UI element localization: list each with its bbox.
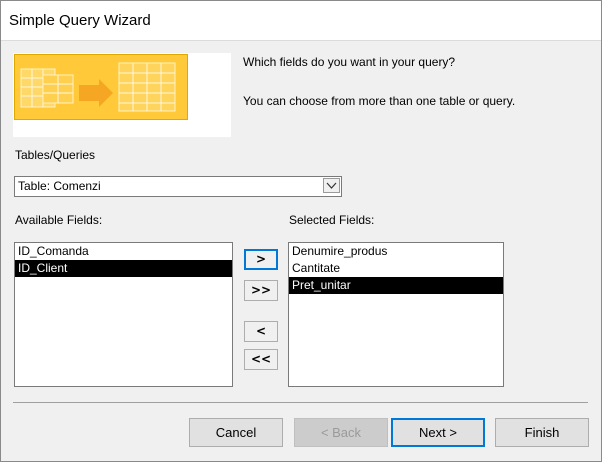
- list-item[interactable]: ID_Client: [15, 260, 232, 277]
- title-bar: Simple Query Wizard: [1, 1, 601, 41]
- tables-queries-dropdown[interactable]: Table: Comenzi: [14, 176, 342, 197]
- next-button[interactable]: Next >: [391, 418, 485, 447]
- list-item[interactable]: Denumire_produs: [289, 243, 503, 260]
- selected-fields-label: Selected Fields:: [289, 213, 375, 227]
- add-all-fields-button[interactable]: >>: [244, 280, 278, 301]
- remove-all-fields-button[interactable]: <<: [244, 349, 278, 370]
- selected-fields-list[interactable]: Denumire_produs Cantitate Pret_unitar: [288, 242, 504, 387]
- tables-queries-value: Table: Comenzi: [18, 179, 101, 193]
- fields-hint: You can choose from more than one table …: [243, 94, 516, 108]
- tables-queries-label: Tables/Queries: [15, 148, 96, 162]
- back-button[interactable]: < Back: [294, 418, 388, 447]
- finish-button[interactable]: Finish: [495, 418, 589, 447]
- add-field-button[interactable]: >: [244, 249, 278, 270]
- query-wizard-illustration-icon: [14, 54, 188, 120]
- cancel-button[interactable]: Cancel: [189, 418, 283, 447]
- fields-question: Which fields do you want in your query?: [243, 55, 456, 69]
- remove-field-button[interactable]: <: [244, 321, 278, 342]
- list-item[interactable]: Cantitate: [289, 260, 503, 277]
- query-wizard-window: Simple Query Wizard Which fields do you …: [0, 0, 602, 462]
- wizard-banner: [13, 53, 231, 137]
- available-fields-label: Available Fields:: [15, 213, 103, 227]
- list-item[interactable]: Pret_unitar: [289, 277, 503, 294]
- window-title: Simple Query Wizard: [9, 12, 151, 29]
- available-fields-list[interactable]: ID_Comanda ID_Client: [14, 242, 233, 387]
- chevron-down-icon[interactable]: [323, 178, 340, 193]
- list-item[interactable]: ID_Comanda: [15, 243, 232, 260]
- footer-divider: [13, 402, 588, 403]
